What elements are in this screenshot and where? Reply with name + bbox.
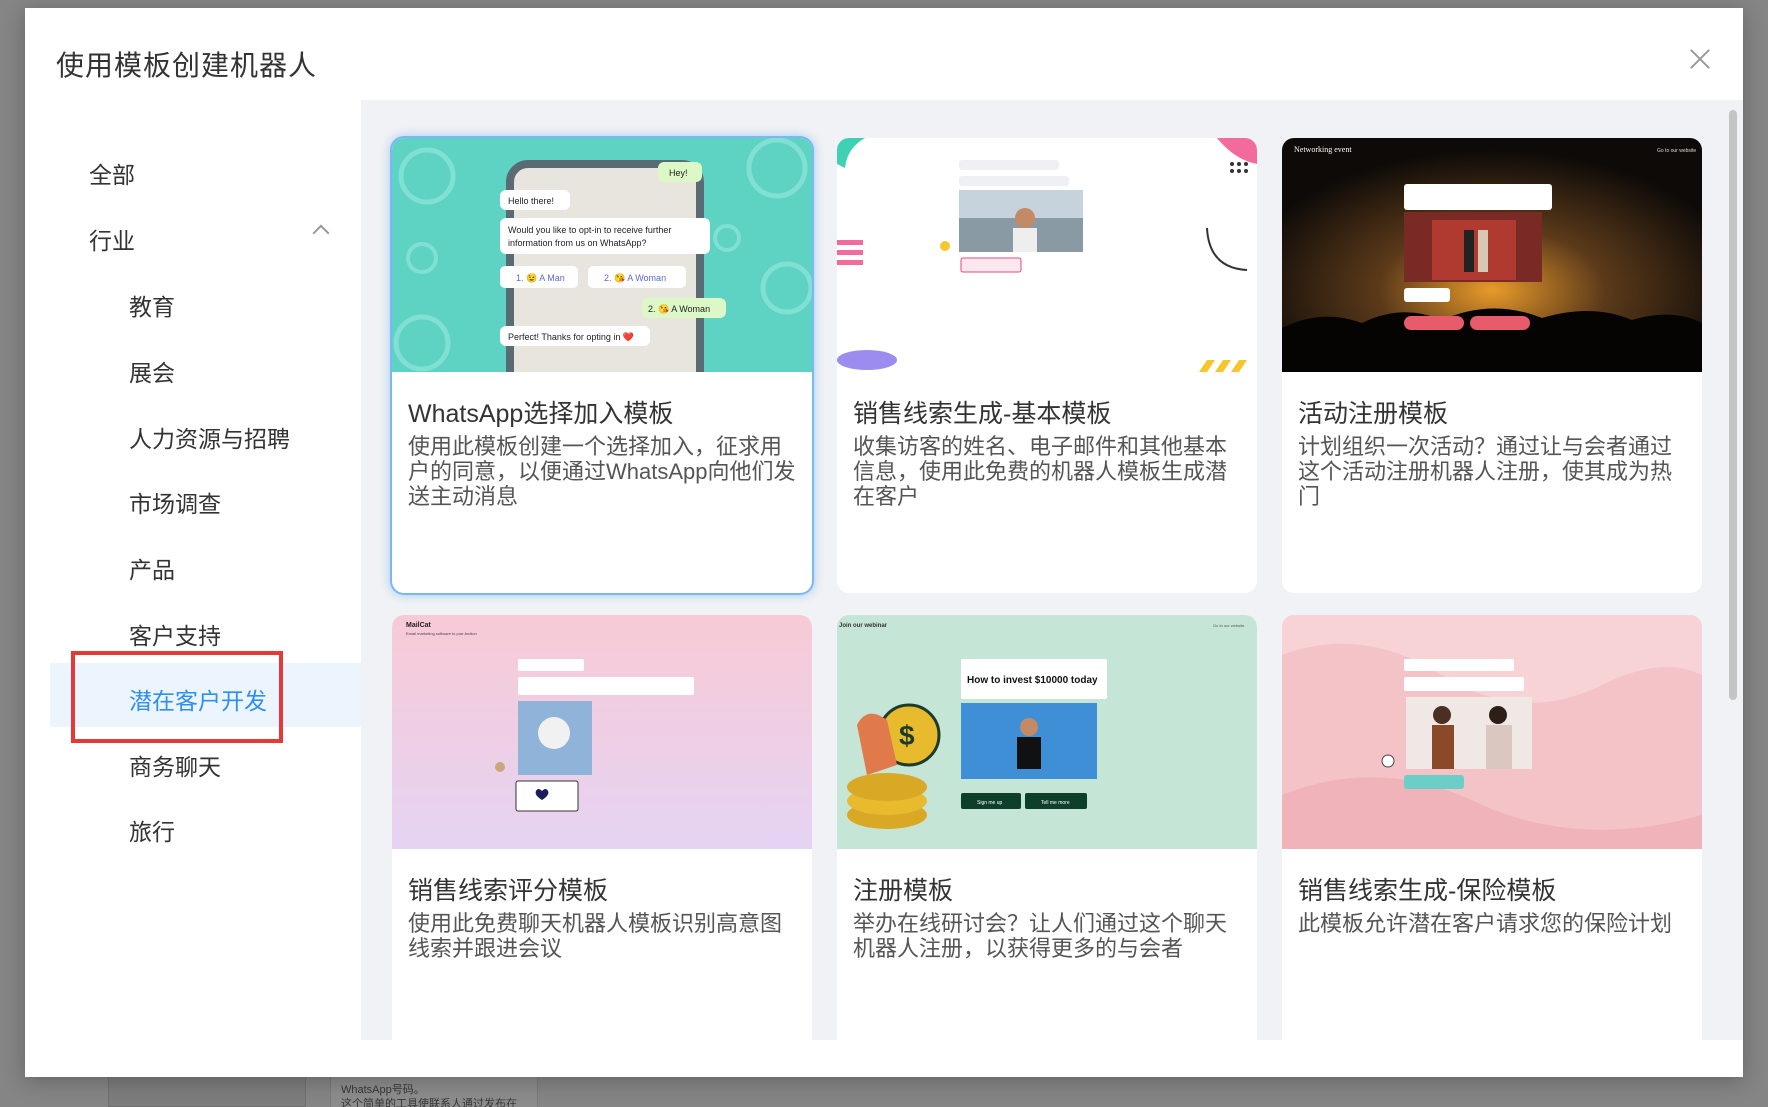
sidebar-item-business-chat[interactable]: 商务聊天 [129,748,221,782]
chat-thanks: Perfect! Thanks for opting in ❤️ [508,332,635,342]
template-description: 使用此模板创建一个选择加入，征求用户的同意，以便通过WhatsApp向他们发送主… [408,434,796,509]
template-preview-image: MailCat Email marketing software to purr… [392,615,812,849]
template-preview-image [1282,615,1702,849]
chat-hello: Hello there! [508,196,554,206]
template-description: 举办在线研讨会？让人们通过这个聊天机器人注册，以获得更多的与会者 [853,911,1228,961]
svg-text:$: $ [899,720,915,751]
template-preview-image: Networking event Go to our website [1282,138,1702,372]
template-preview-image: Hey! Hello there! Would you like to opt-… [392,138,812,372]
event-corner-link: Go to our website [1657,148,1696,154]
sidebar-item-industry[interactable]: 行业 [89,222,135,256]
template-preview-image: Join our webinar Go to our website $ How… [837,615,1257,849]
sidebar-item-product[interactable]: 产品 [129,551,175,585]
webinar-btn-more: Tell me more [1041,800,1070,806]
template-description: 此模板允许潜在客户请求您的保险计划 [1298,911,1673,936]
template-description: 使用此免费聊天机器人模板识别高意图线索并跟进会议 [408,911,783,961]
template-card-insurance-lead[interactable]: 销售线索生成-保险模板 此模板允许潜在客户请求您的保险计划 [1282,615,1702,1040]
scrollbar[interactable] [1729,110,1737,700]
template-card-whatsapp-optin[interactable]: Hey! Hello there! Would you like to opt-… [392,138,812,593]
webinar-corner-link: Go to our website [1213,623,1245,628]
template-card-webinar-registration[interactable]: Join our webinar Go to our website $ How… [837,615,1257,1040]
template-title: 销售线索生成-保险模板 [1298,877,1557,905]
template-preview-image [837,138,1257,372]
template-modal: 使用模板创建机器人 全部 行业 教育 展会 人力资源与招聘 市场调查 产品 客户… [25,8,1743,1077]
chat-question-1: Would you like to opt-in to receive furt… [508,225,671,235]
chat-hey: Hey! [669,168,688,178]
template-card-lead-scoring[interactable]: MailCat Email marketing software to purr… [392,615,812,1040]
modal-title: 使用模板创建机器人 [56,50,318,81]
sidebar-item-all[interactable]: 全部 [89,156,135,190]
category-sidebar: 全部 行业 教育 展会 人力资源与招聘 市场调查 产品 客户支持 潜在客户开发 … [25,100,361,1040]
template-title: 销售线索评分模板 [408,877,609,905]
close-icon[interactable] [1687,46,1713,72]
webinar-headline: How to invest $10000 today [967,675,1098,686]
chat-option-2: 2. 😘 A Woman [604,273,666,283]
chat-question-2: information from us on WhatsApp? [508,238,647,248]
sidebar-item-hr-recruiting[interactable]: 人力资源与招聘 [129,420,290,454]
template-title: 销售线索生成-基本模板 [853,400,1112,428]
sidebar-item-customer-support[interactable]: 客户支持 [129,617,221,651]
sidebar-item-exhibition[interactable]: 展会 [129,354,175,388]
mailcat-brand: MailCat [406,622,432,629]
sidebar-item-education[interactable]: 教育 [129,288,175,322]
template-title: 活动注册模板 [1298,400,1449,428]
webinar-header: Join our webinar [839,623,888,629]
template-description: 计划组织一次活动？通过让与会者通过这个活动注册机器人注册，使其成为热门 [1298,434,1673,509]
event-brand: Networking event [1294,145,1352,154]
webinar-btn-signup: Sign me up [977,800,1003,806]
template-title: WhatsApp选择加入模板 [408,400,674,428]
template-card-event-registration[interactable]: Networking event Go to our website 活动注册模… [1282,138,1702,593]
annotation-highlight-box [71,651,283,743]
template-title: 注册模板 [853,877,954,905]
template-grid: Hey! Hello there! Would you like to opt-… [361,100,1743,1040]
chat-answer: 2. 😘 A Woman [648,304,710,314]
template-description: 收集访客的姓名、电子邮件和其他基本信息，使用此免费的机器人模板生成潜在客户 [853,434,1228,509]
sidebar-item-travel[interactable]: 旅行 [129,813,175,847]
mailcat-subtitle: Email marketing software to purr-fection [406,631,477,636]
sidebar-item-market-research[interactable]: 市场调查 [129,485,221,519]
chevron-up-icon[interactable] [312,224,330,242]
template-card-lead-basic[interactable]: 销售线索生成-基本模板 收集访客的姓名、电子邮件和其他基本信息，使用此免费的机器… [837,138,1257,593]
chat-option-1: 1. 😉 A Man [516,273,565,283]
